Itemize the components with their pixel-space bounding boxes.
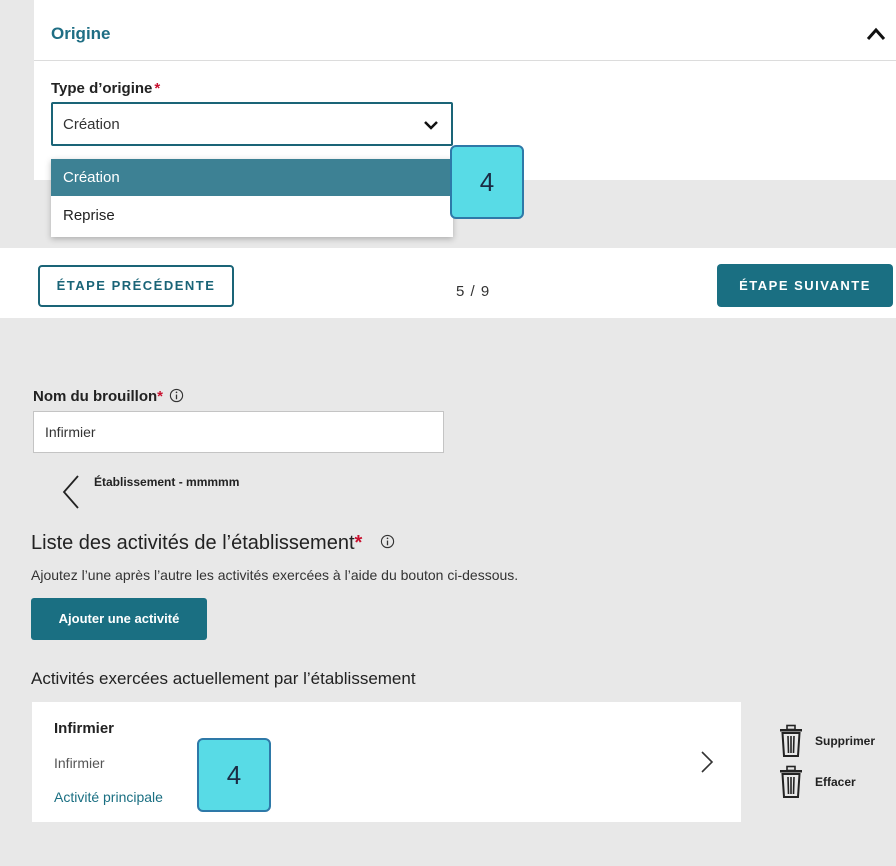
- info-icon[interactable]: [380, 534, 395, 549]
- draft-name-input[interactable]: Infirmier: [33, 411, 444, 453]
- trash-icon: [780, 724, 802, 757]
- delete-label: Supprimer: [815, 734, 876, 748]
- required-mark: *: [154, 80, 161, 97]
- establishment-title: Établissement - mmmmm: [94, 475, 240, 489]
- current-activities-title: Activités exercées actuellement par l’ét…: [31, 669, 416, 688]
- callout-badge: 4: [197, 738, 271, 812]
- activity-subtitle: Infirmier: [54, 755, 105, 771]
- select-value: Création: [63, 116, 120, 133]
- origin-type-dropdown: Création Reprise: [51, 159, 453, 237]
- draft-name-value: Infirmier: [45, 424, 96, 440]
- draft-name-label: Nom du brouillon*: [33, 388, 184, 405]
- add-activity-button[interactable]: Ajouter une activité: [31, 598, 207, 640]
- activities-description: Ajoutez l’une après l’autre les activité…: [31, 567, 519, 583]
- option-reprise[interactable]: Reprise: [51, 197, 453, 234]
- origin-section-title[interactable]: Origine: [51, 24, 111, 44]
- delete-activity-button[interactable]: Supprimer: [778, 724, 896, 760]
- callout-badge: 4: [450, 145, 524, 219]
- activity-tag: Activité principale: [54, 789, 163, 805]
- origin-type-select[interactable]: Création: [51, 102, 453, 146]
- next-step-button[interactable]: ÉTAPE SUIVANTE: [717, 264, 893, 307]
- clear-activity-button[interactable]: Effacer: [778, 765, 896, 801]
- chevron-up-icon[interactable]: [864, 24, 888, 44]
- previous-step-button[interactable]: ÉTAPE PRÉCÉDENTE: [38, 265, 234, 307]
- clear-label: Effacer: [815, 775, 856, 789]
- step-indicator: 5 / 9: [456, 283, 491, 300]
- chevron-left-icon[interactable]: [60, 474, 82, 510]
- section-divider: [34, 60, 896, 61]
- activity-card[interactable]: Infirmier Infirmier Activité principale: [32, 702, 741, 822]
- required-mark: *: [354, 532, 363, 554]
- required-mark: *: [157, 388, 163, 405]
- origin-type-label: Type d’origine *: [51, 80, 161, 97]
- info-icon[interactable]: [169, 388, 184, 403]
- activities-list-title: Liste des activités de l’établissement*: [31, 532, 395, 555]
- chevron-down-icon: [424, 121, 438, 130]
- activity-name: Infirmier: [54, 720, 115, 737]
- option-creation[interactable]: Création: [51, 159, 453, 196]
- chevron-right-icon[interactable]: [700, 750, 714, 774]
- trash-icon: [780, 765, 802, 798]
